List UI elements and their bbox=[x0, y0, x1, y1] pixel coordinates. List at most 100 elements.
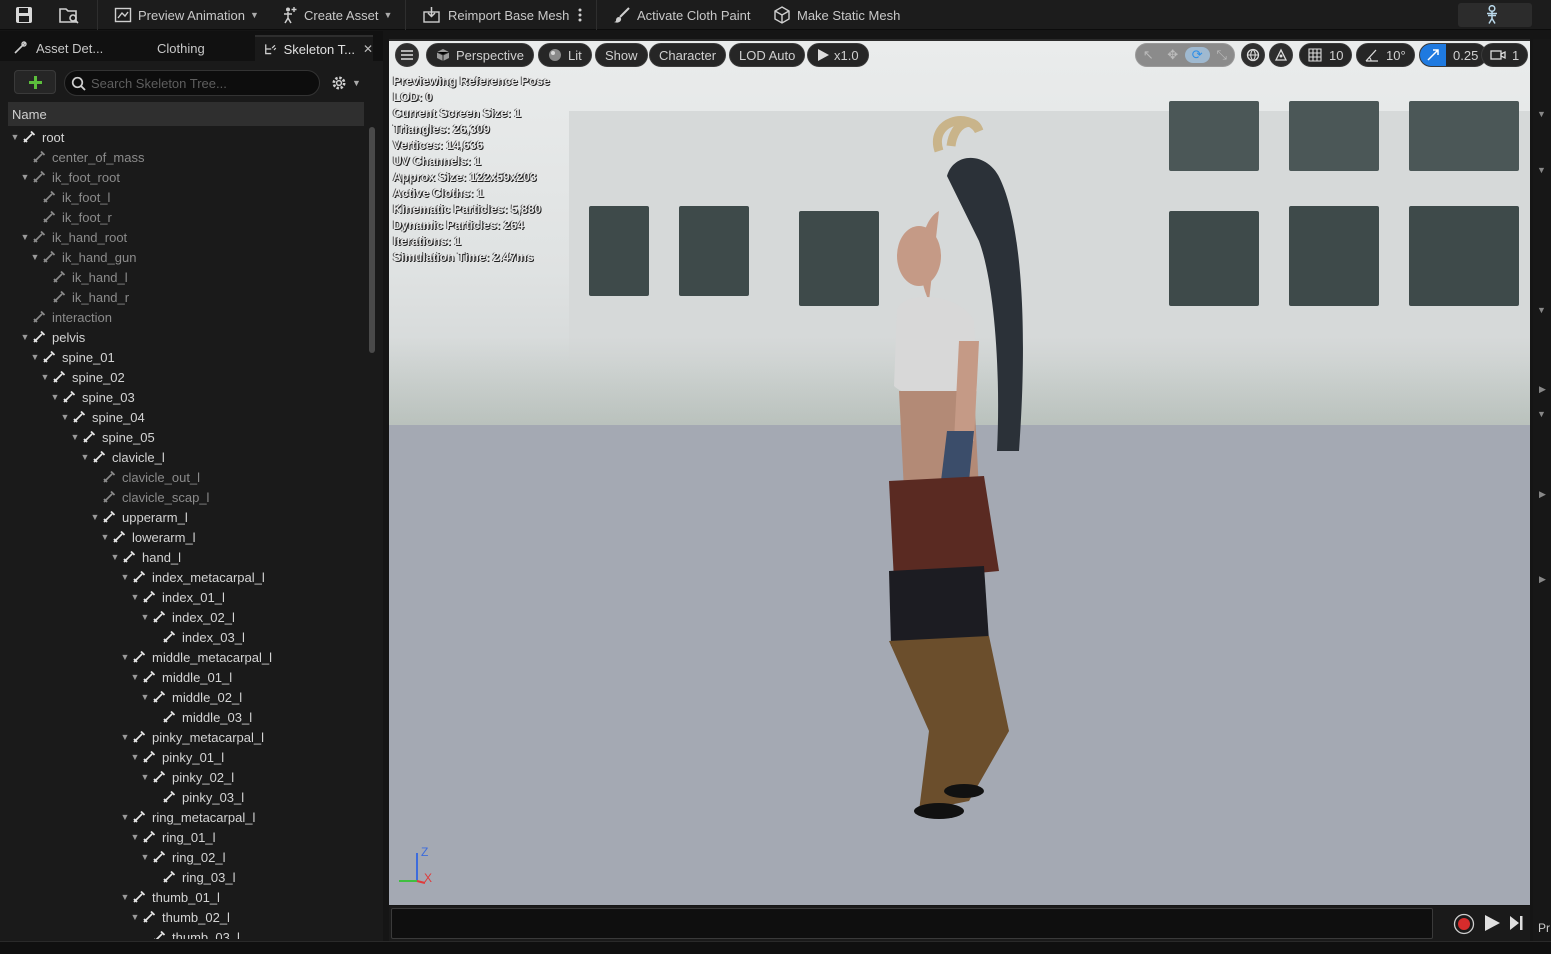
expand-toggle-icon[interactable]: ▼ bbox=[140, 772, 150, 782]
scale-snap-button[interactable]: 0.25 bbox=[1419, 43, 1488, 67]
tree-row-root[interactable]: ▼ root bbox=[8, 127, 364, 147]
viewport-menu-button[interactable] bbox=[395, 43, 419, 67]
tree-row-thumb-03-l[interactable]: thumb_03_l bbox=[8, 927, 364, 939]
step-forward-button[interactable] bbox=[1509, 915, 1523, 931]
expand-toggle-icon[interactable]: ▼ bbox=[120, 652, 130, 662]
activate-cloth-paint-button[interactable]: Activate Cloth Paint bbox=[613, 3, 750, 27]
expand-toggle-icon[interactable]: ▼ bbox=[140, 612, 150, 622]
expand-toggle-icon[interactable]: ▼ bbox=[30, 352, 40, 362]
tab-clothing[interactable]: Clothing bbox=[149, 35, 249, 61]
browse-asset-button[interactable] bbox=[58, 3, 86, 27]
reimport-base-mesh-button[interactable]: Reimport Base Mesh bbox=[422, 3, 569, 27]
tree-row-spine-05[interactable]: ▼ spine_05 bbox=[8, 427, 364, 447]
expand-toggle-icon[interactable]: ▼ bbox=[130, 672, 140, 682]
expand-toggle-icon[interactable]: ▼ bbox=[140, 692, 150, 702]
grid-snap-button[interactable]: 10 bbox=[1299, 43, 1353, 67]
skeleton-mode-button[interactable] bbox=[1458, 3, 1532, 27]
scrollbar-thumb[interactable] bbox=[369, 127, 375, 353]
expand-toggle-icon[interactable]: ▼ bbox=[70, 432, 80, 442]
character-button[interactable]: Character bbox=[649, 43, 727, 67]
expand-toggle-icon[interactable]: ▼ bbox=[140, 852, 150, 862]
tree-row-ik-hand-root[interactable]: ▼ ik_hand_root bbox=[8, 227, 364, 247]
tree-row-middle-metacarpal-l[interactable]: ▼ middle_metacarpal_l bbox=[8, 647, 364, 667]
collapse-arrow-icon[interactable]: ▼ bbox=[1537, 165, 1546, 175]
tree-scrollbar[interactable] bbox=[369, 127, 375, 939]
tree-row-interaction[interactable]: interaction bbox=[8, 307, 364, 327]
tree-row-ring-02-l[interactable]: ▼ ring_02_l bbox=[8, 847, 364, 867]
expand-toggle-icon[interactable]: ▼ bbox=[130, 592, 140, 602]
tree-row-index-metacarpal-l[interactable]: ▼ index_metacarpal_l bbox=[8, 567, 364, 587]
tree-row-clavicle-l[interactable]: ▼ clavicle_l bbox=[8, 447, 364, 467]
tree-row-ring-03-l[interactable]: ring_03_l bbox=[8, 867, 364, 887]
preview-animation-button[interactable]: Preview Animation ▼ bbox=[114, 3, 259, 27]
expand-toggle-icon[interactable]: ▼ bbox=[130, 752, 140, 762]
expand-toggle-icon[interactable]: ▼ bbox=[110, 552, 120, 562]
perspective-button[interactable]: Perspective bbox=[426, 43, 534, 67]
tree-row-thumb-02-l[interactable]: ▼ thumb_02_l bbox=[8, 907, 364, 927]
lod-button[interactable]: LOD Auto bbox=[729, 43, 806, 67]
tree-row-center-of-mass[interactable]: center_of_mass bbox=[8, 147, 364, 167]
tree-row-spine-04[interactable]: ▼ spine_04 bbox=[8, 407, 364, 427]
expand-arrow-icon[interactable]: ▶ bbox=[1539, 489, 1546, 500]
close-icon[interactable]: ✕ bbox=[363, 42, 373, 56]
tab-asset-details[interactable]: Asset Det... bbox=[4, 35, 140, 61]
tree-row-pinky-metacarpal-l[interactable]: ▼ pinky_metacarpal_l bbox=[8, 727, 364, 747]
tree-row-middle-03-l[interactable]: middle_03_l bbox=[8, 707, 364, 727]
expand-toggle-icon[interactable]: ▼ bbox=[10, 132, 20, 142]
tree-row-spine-01[interactable]: ▼ spine_01 bbox=[8, 347, 364, 367]
expand-toggle-icon[interactable]: ▼ bbox=[40, 372, 50, 382]
tree-row-hand-l[interactable]: ▼ hand_l bbox=[8, 547, 364, 567]
tree-row-lowerarm-l[interactable]: ▼ lowerarm_l bbox=[8, 527, 364, 547]
tree-row-clavicle-out-l[interactable]: clavicle_out_l bbox=[8, 467, 364, 487]
expand-toggle-icon[interactable]: ▼ bbox=[90, 512, 100, 522]
tree-row-ring-metacarpal-l[interactable]: ▼ ring_metacarpal_l bbox=[8, 807, 364, 827]
tree-row-ik-hand-l[interactable]: ik_hand_l bbox=[8, 267, 364, 287]
rotation-snap-button[interactable]: 10° bbox=[1356, 43, 1415, 67]
tree-row-spine-03[interactable]: ▼ spine_03 bbox=[8, 387, 364, 407]
world-local-toggle[interactable] bbox=[1241, 43, 1265, 67]
expand-toggle-icon[interactable]: ▼ bbox=[120, 812, 130, 822]
camera-speed-button[interactable]: 1 bbox=[1481, 43, 1529, 67]
collapse-arrow-icon[interactable]: ▼ bbox=[1537, 109, 1546, 119]
tree-row-upperarm-l[interactable]: ▼ upperarm_l bbox=[8, 507, 364, 527]
surface-snap-toggle[interactable] bbox=[1269, 43, 1293, 67]
expand-toggle-icon[interactable]: ▼ bbox=[20, 332, 30, 342]
rotate-tool-icon[interactable]: ⟳ bbox=[1185, 47, 1210, 63]
tree-row-pinky-01-l[interactable]: ▼ pinky_01_l bbox=[8, 747, 364, 767]
collapse-arrow-icon[interactable]: ▼ bbox=[1537, 305, 1546, 315]
tree-row-middle-02-l[interactable]: ▼ middle_02_l bbox=[8, 687, 364, 707]
expand-toggle-icon[interactable]: ▼ bbox=[130, 912, 140, 922]
tree-settings-button[interactable]: ▼ bbox=[330, 73, 366, 93]
expand-toggle-icon[interactable]: ▼ bbox=[120, 732, 130, 742]
timeline-scrubber[interactable] bbox=[391, 908, 1433, 939]
save-button[interactable] bbox=[14, 3, 40, 27]
make-static-mesh-button[interactable]: Make Static Mesh bbox=[773, 3, 900, 27]
expand-arrow-icon[interactable]: ▶ bbox=[1539, 384, 1546, 395]
tree-row-ring-01-l[interactable]: ▼ ring_01_l bbox=[8, 827, 364, 847]
playback-speed-button[interactable]: x1.0 bbox=[807, 43, 869, 67]
move-tool-icon[interactable]: ✥ bbox=[1161, 47, 1186, 63]
tree-row-pinky-02-l[interactable]: ▼ pinky_02_l bbox=[8, 767, 364, 787]
more-options-button[interactable] bbox=[577, 3, 589, 27]
tree-row-ik-foot-root[interactable]: ▼ ik_foot_root bbox=[8, 167, 364, 187]
expand-arrow-icon[interactable]: ▶ bbox=[1539, 574, 1546, 585]
tree-row-index-03-l[interactable]: index_03_l bbox=[8, 627, 364, 647]
tree-row-pelvis[interactable]: ▼ pelvis bbox=[8, 327, 364, 347]
expand-toggle-icon[interactable]: ▼ bbox=[120, 572, 130, 582]
tree-row-ik-foot-l[interactable]: ik_foot_l bbox=[8, 187, 364, 207]
expand-toggle-icon[interactable]: ▼ bbox=[120, 892, 130, 902]
expand-toggle-icon[interactable]: ▼ bbox=[30, 252, 40, 262]
tree-row-middle-01-l[interactable]: ▼ middle_01_l bbox=[8, 667, 364, 687]
expand-toggle-icon[interactable]: ▼ bbox=[20, 172, 30, 182]
tree-row-clavicle-scap-l[interactable]: clavicle_scap_l bbox=[8, 487, 364, 507]
add-socket-button[interactable] bbox=[14, 70, 56, 94]
expand-toggle-icon[interactable]: ▼ bbox=[100, 532, 110, 542]
tree-row-pinky-03-l[interactable]: pinky_03_l bbox=[8, 787, 364, 807]
play-button[interactable] bbox=[1483, 914, 1501, 932]
tree-column-header[interactable]: Name bbox=[8, 102, 364, 126]
collapse-arrow-icon[interactable]: ▼ bbox=[1537, 409, 1546, 419]
tree-row-spine-02[interactable]: ▼ spine_02 bbox=[8, 367, 364, 387]
expand-toggle-icon[interactable]: ▼ bbox=[50, 392, 60, 402]
tab-skeleton-tree[interactable]: Skeleton T... ✕ bbox=[255, 35, 373, 61]
show-button[interactable]: Show bbox=[595, 43, 648, 67]
